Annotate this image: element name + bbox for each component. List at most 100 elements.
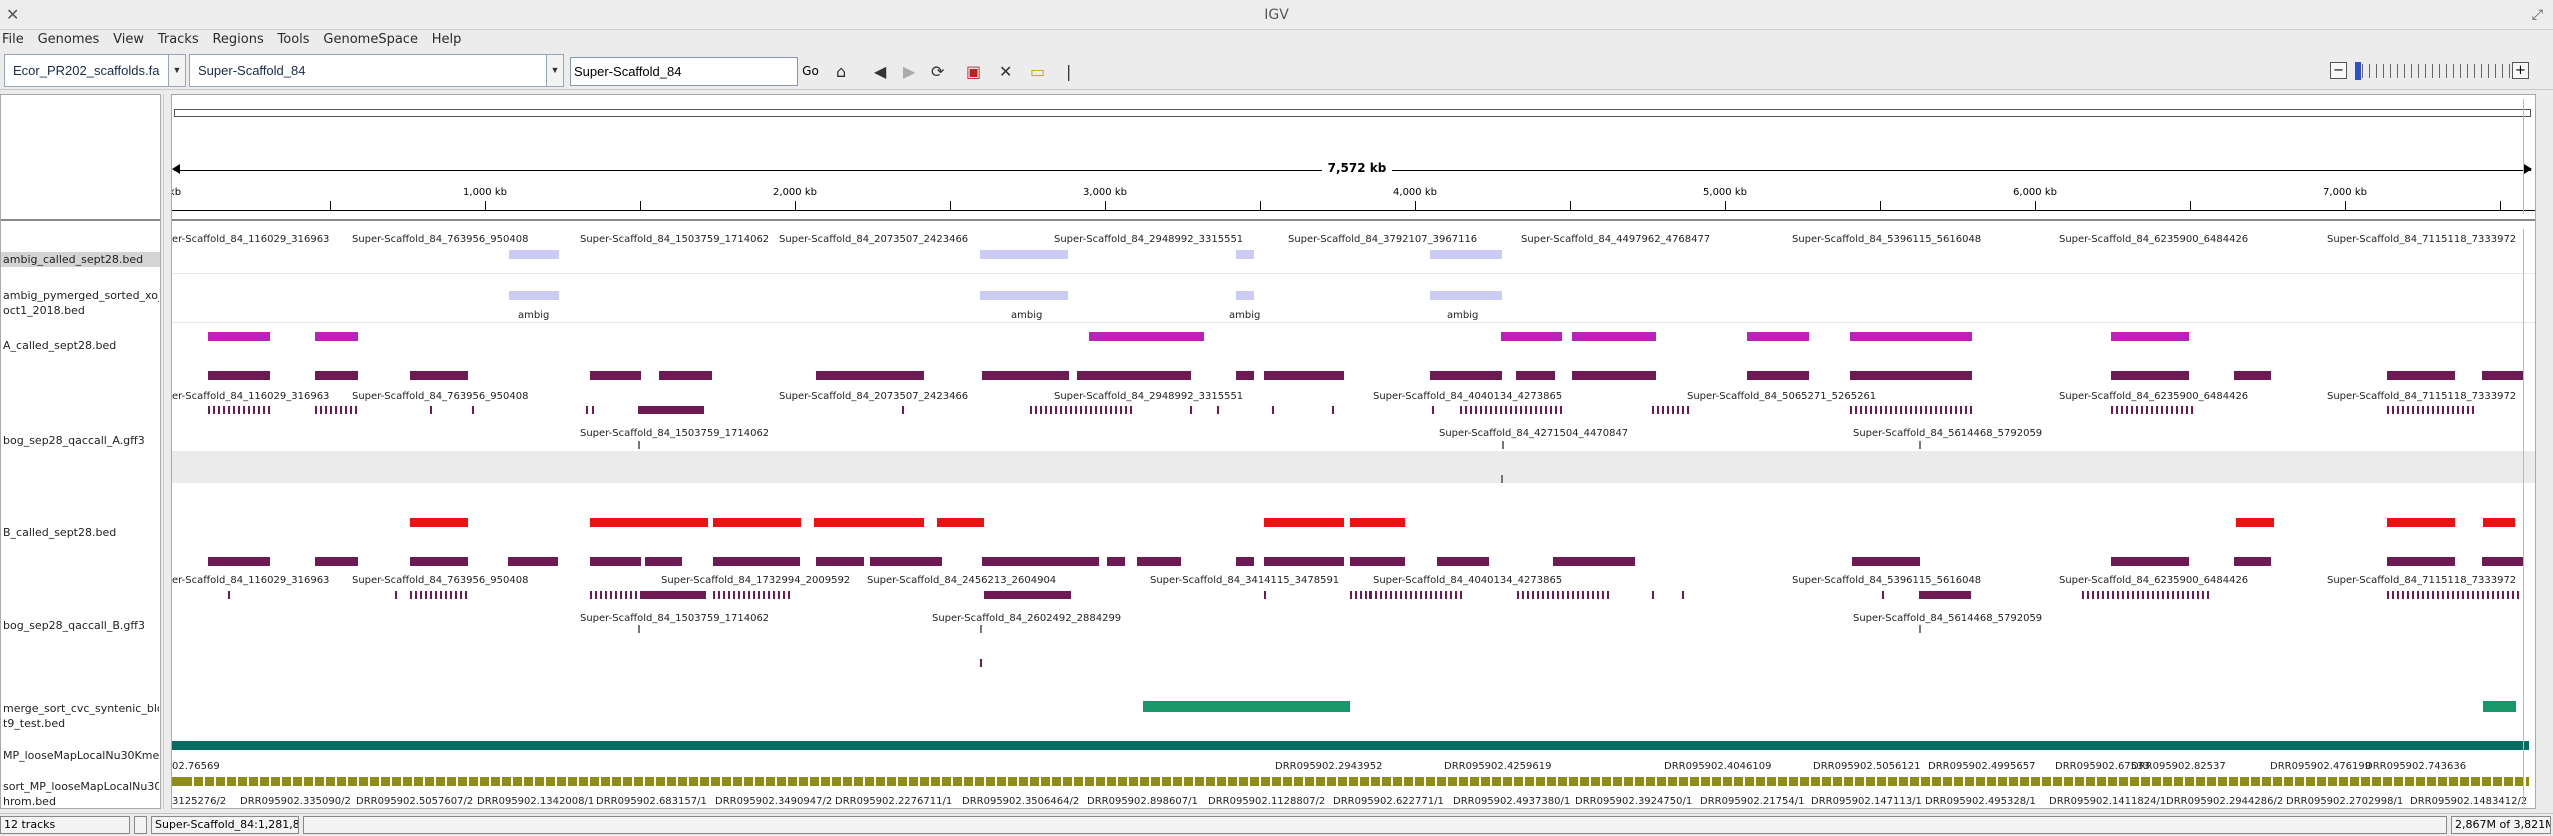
ruler-tick-label: 4,000 kb (1393, 187, 1437, 198)
bog-b-tick (2147, 591, 2149, 599)
menu-tracks[interactable]: Tracks (153, 30, 204, 50)
bog-b-tick (1522, 591, 1524, 599)
track-name[interactable]: ambig_pymerged_sorted_xo_chr (3, 288, 159, 303)
genome-dropdown[interactable]: Ecor_PR202_scaffolds.fa ▼ (4, 54, 186, 87)
ruler-tick (485, 201, 486, 210)
menu-view[interactable]: View (108, 30, 149, 50)
bog-b-tick (1552, 591, 1554, 599)
ruler-icon[interactable]: | (1066, 64, 1071, 80)
read-label: DRR095902.495328/1 (1925, 796, 2036, 807)
mp-coverage-bar (172, 741, 2529, 750)
ambig-feature (1430, 291, 1502, 300)
track-name[interactable]: bog_sep28_qaccall_B.gff3 (3, 618, 159, 633)
track-name[interactable]: MP_looseMapLocalNu30Kmerge (3, 748, 159, 763)
track-name[interactable]: merge_sort_cvc_syntenic_block_ (3, 701, 159, 716)
locus-input[interactable]: Super-Scaffold_84 (570, 57, 798, 86)
track-name[interactable]: A_called_sept28.bed (3, 338, 159, 353)
zoom-slider[interactable] (2355, 64, 2510, 78)
ambig-label: ambig (1011, 310, 1043, 321)
read-gap (456, 777, 458, 786)
read-gap (2062, 777, 2064, 786)
zoom-out-icon[interactable]: − (2330, 62, 2347, 79)
read-gap (2282, 777, 2284, 786)
menu-help[interactable]: Help (427, 30, 467, 50)
refresh-icon[interactable]: ⟳ (931, 64, 944, 80)
read-gap (1193, 777, 1195, 786)
tracks-scrollbar[interactable] (2523, 229, 2533, 805)
zoom-thumb[interactable] (2355, 62, 2361, 80)
track-name[interactable]: sort_MP_looseMapLocalNu30K_ (3, 779, 159, 794)
popup-info-icon[interactable]: ▭ (1030, 64, 1045, 80)
bog-b-tick (1567, 591, 1569, 599)
bog-a-tick (2186, 406, 2188, 414)
bog-b-tick (2517, 591, 2519, 599)
home-icon[interactable]: ⌂ (836, 64, 846, 80)
ambig-feature (1430, 250, 1502, 259)
zoom-in-icon[interactable]: + (2512, 62, 2529, 79)
feature-label: Super-Scaffold_84_4271504_4470847 (1439, 428, 1629, 439)
read-gap (566, 777, 568, 786)
bog-b-tick (2117, 591, 2119, 599)
data-panel[interactable]: 7,572 kb kb 1,000 kb 2,000 kb 3,000 kb 4,000… (171, 94, 2536, 809)
bog-a-feature (1077, 371, 1191, 380)
read-gap (1424, 777, 1426, 786)
read-gap (2513, 777, 2515, 786)
feature-label: Super-Scaffold_84_4497962_4768477 (1521, 234, 1711, 245)
go-button[interactable]: Go (799, 57, 822, 86)
close-icon[interactable]: ✕ (6, 0, 19, 30)
read-gap (1611, 777, 1613, 786)
read-gap (1908, 777, 1910, 786)
bog-a-tick (1560, 406, 1562, 414)
read-gap (1974, 777, 1976, 786)
menu-file[interactable]: File (0, 30, 29, 50)
read-label: DRR095902.147113/1 (1811, 796, 1922, 807)
bog-b-tick (728, 591, 730, 599)
track-name[interactable]: ambig_called_sept28.bed (1, 252, 160, 267)
track-name[interactable]: t9_test.bed (3, 716, 159, 731)
bog-a-tick (1657, 406, 1659, 414)
maximize-icon[interactable]: ⤢ (2532, 0, 2543, 30)
back-icon[interactable]: ◀ (874, 64, 886, 80)
menu-genomes[interactable]: Genomes (33, 30, 105, 50)
bog-a-tick (1890, 406, 1892, 414)
track-name[interactable]: oct1_2018.bed (3, 303, 159, 318)
bog-a-tick (1553, 371, 1555, 380)
bog-b-tick (1355, 591, 1357, 599)
bog-b-tick (228, 591, 230, 599)
bog-a-tick (472, 406, 474, 414)
bog-a-tick (1530, 406, 1532, 414)
bog-a-tick (1970, 406, 1972, 414)
chromosome-ideogram[interactable] (174, 109, 2531, 117)
toolbar: Ecor_PR202_scaffolds.fa ▼ Super-Scaffold… (0, 50, 2553, 90)
menu-tools[interactable]: Tools (273, 30, 315, 50)
ruler-scrollbar[interactable] (2523, 99, 2533, 214)
bog-a-tick (1080, 406, 1082, 414)
bog-b-tick (2497, 591, 2499, 599)
track-name[interactable]: bog_sep28_qaccall_A.gff3 (3, 433, 159, 448)
track-name[interactable]: hrom.bed (3, 794, 159, 809)
bog-a-tick (1915, 406, 1917, 414)
igv-window: ✕ IGV ⤢ File Genomes View Tracks Regions… (0, 0, 2553, 836)
bog-b-tick (778, 591, 780, 599)
read-gap (665, 777, 667, 786)
ruler[interactable]: 7,572 kb kb 1,000 kb 2,000 kb 3,000 kb 4,000… (172, 95, 2535, 221)
resize-icon[interactable]: ✕ (999, 64, 1012, 80)
forward-icon[interactable]: ▶ (903, 64, 915, 80)
chromosome-dropdown[interactable]: Super-Scaffold_84 ▼ (189, 54, 564, 87)
chevron-down-icon[interactable]: ▼ (546, 55, 563, 86)
chevron-down-icon[interactable]: ▼ (168, 55, 185, 86)
read-gap (467, 777, 469, 786)
bog-b-tick (2427, 591, 2429, 599)
ambig-feature (1236, 250, 1254, 259)
bog-b-tick (2137, 591, 2139, 599)
track-name[interactable]: B_called_sept28.bed (3, 525, 159, 540)
menu-regions[interactable]: Regions (207, 30, 268, 50)
read-gap (643, 777, 645, 786)
feature-label: Super-Scaffold_84_763956_950408 (352, 234, 529, 245)
roi-icon[interactable]: ▣ (966, 64, 981, 80)
menu-genomespace[interactable]: GenomeSpace (318, 30, 423, 50)
read-gap (907, 777, 909, 786)
bog-a-tick (2392, 406, 2394, 414)
read-gap (1897, 777, 1899, 786)
bog-b-tick (620, 591, 622, 599)
